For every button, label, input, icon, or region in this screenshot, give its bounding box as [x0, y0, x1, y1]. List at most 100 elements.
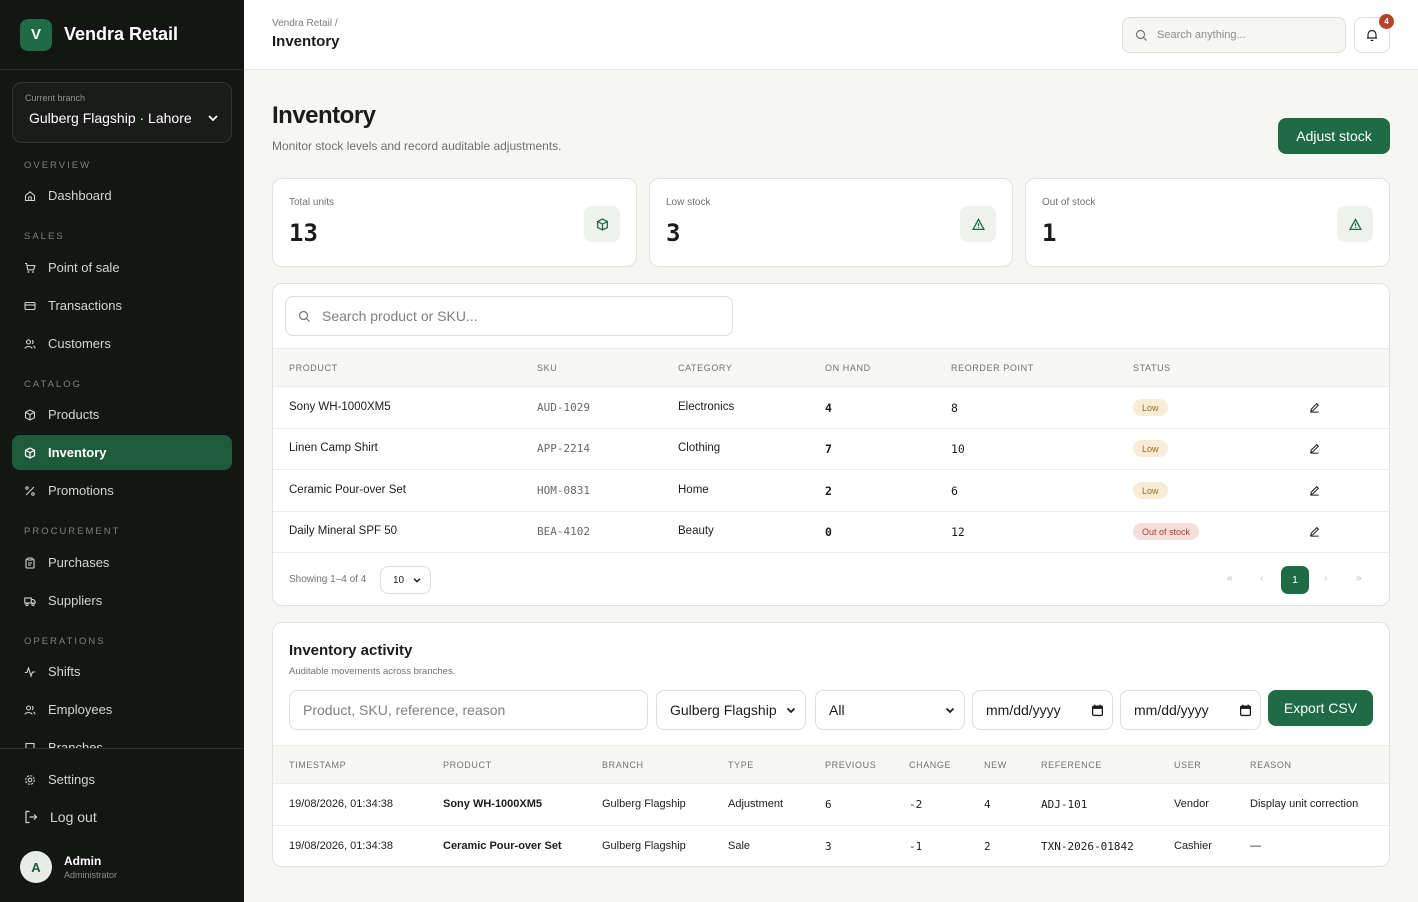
cell-product: Ceramic Pour-over Set [443, 840, 562, 852]
edit-icon[interactable] [1309, 485, 1320, 496]
activity-title: Inventory activity [289, 642, 413, 659]
table-row[interactable]: 19/08/2026, 01:34:38 Ceramic Pour-over S… [273, 826, 1389, 866]
cell-new: 4 [984, 798, 991, 811]
sidebar-item-products[interactable]: Products [12, 397, 232, 432]
table-row[interactable]: Sony WH-1000XM5 AUD-1029 Electronics 4 8… [273, 387, 1389, 429]
sidebar-item-label: Dashboard [48, 188, 112, 203]
sidebar-item-suppliers[interactable]: Suppliers [12, 583, 232, 618]
header-reference[interactable]: REFERENCE [1041, 760, 1102, 770]
header-user[interactable]: USER [1174, 760, 1201, 770]
cell-reference: ADJ-101 [1041, 798, 1088, 811]
type-filter-select[interactable]: All [815, 690, 965, 730]
product-search-input[interactable]: Search product or SKU... [285, 296, 733, 336]
sidebar-item-transactions[interactable]: Transactions [12, 288, 232, 323]
cell-reference: TXN-2026-01842 [1041, 840, 1134, 853]
nav-section-procurement: PROCUREMENT [24, 526, 121, 537]
sidebar-item-settings[interactable]: Settings [12, 762, 232, 797]
cell-reorder: 6 [951, 484, 958, 498]
next-page-button[interactable]: › [1324, 573, 1327, 584]
sidebar-item-purchases[interactable]: Purchases [12, 545, 232, 580]
edit-icon[interactable] [1309, 526, 1320, 537]
sidebar-item-label: Transactions [48, 298, 122, 313]
date-to-input[interactable]: mm/dd/yyyy [1120, 690, 1261, 730]
page-button-current[interactable]: 1 [1281, 566, 1309, 594]
sidebar-item-pos[interactable]: Point of sale [12, 250, 232, 285]
nav-section-sales: SALES [24, 231, 65, 242]
topbar: Vendra Retail / Inventory Search anythin… [244, 0, 1418, 70]
header-sku[interactable]: SKU [537, 363, 557, 373]
sidebar-item-shifts[interactable]: Shifts [12, 654, 232, 689]
cell-previous: 3 [825, 840, 832, 853]
user-role: Administrator [64, 870, 118, 880]
sidebar-item-dashboard[interactable]: Dashboard [12, 178, 232, 213]
avatar[interactable]: A [20, 851, 52, 883]
logout-button[interactable]: Log out [12, 799, 232, 834]
activity-search-input[interactable]: Product, SKU, reference, reason [289, 690, 648, 730]
global-search-input[interactable]: Search anything... [1122, 17, 1346, 53]
table-row[interactable]: 19/08/2026, 01:34:38 Sony WH-1000XM5 Gul… [273, 784, 1389, 826]
cell-on-hand: 2 [825, 484, 832, 498]
sidebar-item-label: Inventory [48, 445, 107, 460]
cell-on-hand: 4 [825, 401, 832, 415]
page-size-select[interactable]: 10 [380, 566, 431, 594]
stat-out-of-stock: Out of stock 1 [1025, 178, 1390, 267]
sidebar-item-label: Purchases [48, 555, 110, 570]
header-type[interactable]: TYPE [728, 760, 754, 770]
first-page-button[interactable]: « [1227, 573, 1233, 584]
header-new[interactable]: NEW [984, 760, 1007, 770]
header-reorder-point[interactable]: REORDER POINT [951, 363, 1034, 373]
header-product[interactable]: PRODUCT [443, 760, 492, 770]
type-filter-value: All [829, 702, 845, 718]
search-icon [1135, 29, 1147, 41]
branch-selector[interactable]: Current branch Gulberg Flagship · Lahore [12, 82, 232, 143]
last-page-button[interactable]: » [1356, 573, 1362, 584]
cell-reorder: 10 [951, 442, 965, 456]
cell-category: Home [678, 484, 709, 496]
stat-value: 13 [289, 219, 318, 247]
logout-label: Log out [50, 808, 97, 825]
bell-icon [1367, 29, 1377, 42]
header-timestamp[interactable]: TIMESTAMP [289, 760, 346, 770]
header-branch[interactable]: BRANCH [602, 760, 644, 770]
cell-product: Ceramic Pour-over Set [289, 484, 406, 496]
cell-product: Daily Mineral SPF 50 [289, 525, 398, 537]
cell-previous: 6 [825, 798, 832, 811]
header-reason[interactable]: REASON [1250, 760, 1292, 770]
stat-low-stock: Low stock 3 [649, 178, 1013, 267]
sidebar-item-customers[interactable]: Customers [12, 326, 232, 361]
table-row[interactable]: Ceramic Pour-over Set HOM-0831 Home 2 6 … [273, 470, 1389, 512]
header-change[interactable]: CHANGE [909, 760, 951, 770]
sidebar-item-promotions[interactable]: Promotions [12, 473, 232, 508]
header-product[interactable]: PRODUCT [289, 363, 338, 373]
table-row[interactable]: Linen Camp Shirt APP-2214 Clothing 7 10 … [273, 429, 1389, 470]
sidebar-item-label: Products [48, 407, 100, 422]
cell-sku: HOM-0831 [537, 484, 590, 497]
date-from-input[interactable]: mm/dd/yyyy [972, 690, 1113, 730]
breadcrumb[interactable]: Vendra Retail / [272, 18, 338, 29]
table-row[interactable]: Daily Mineral SPF 50 BEA-4102 Beauty 0 1… [273, 512, 1389, 553]
sidebar-item-label: Shifts [48, 664, 81, 679]
sidebar-item-inventory[interactable]: Inventory [12, 435, 232, 470]
sidebar-item-label: Promotions [48, 483, 114, 498]
header-on-hand[interactable]: ON HAND [825, 363, 871, 373]
chevron-down-icon [413, 578, 421, 583]
inventory-activity-card: Inventory activity Auditable movements a… [272, 622, 1390, 867]
branch-filter-select[interactable]: Gulberg Flagship [656, 690, 806, 730]
adjust-stock-button[interactable]: Adjust stock [1278, 118, 1390, 154]
branch-value: Gulberg Flagship · Lahore [29, 110, 192, 126]
header-category[interactable]: CATEGORY [678, 363, 732, 373]
edit-icon[interactable] [1309, 443, 1320, 454]
header-status[interactable]: STATUS [1133, 363, 1171, 373]
prev-page-button[interactable]: ‹ [1260, 573, 1263, 584]
cell-user: Cashier [1174, 840, 1212, 852]
header-previous[interactable]: PREVIOUS [825, 760, 876, 770]
sidebar-item-label: Customers [48, 336, 111, 351]
notifications-button[interactable]: 4 [1354, 14, 1394, 53]
edit-icon[interactable] [1309, 402, 1320, 413]
sidebar-item-branches[interactable]: Branches [12, 730, 232, 748]
sidebar-item-employees[interactable]: Employees [12, 692, 232, 727]
export-csv-button[interactable]: Export CSV [1268, 690, 1373, 726]
stat-value: 1 [1042, 219, 1057, 247]
product-search-placeholder: Search product or SKU... [322, 308, 478, 324]
sidebar-item-label: Branches [48, 740, 103, 748]
